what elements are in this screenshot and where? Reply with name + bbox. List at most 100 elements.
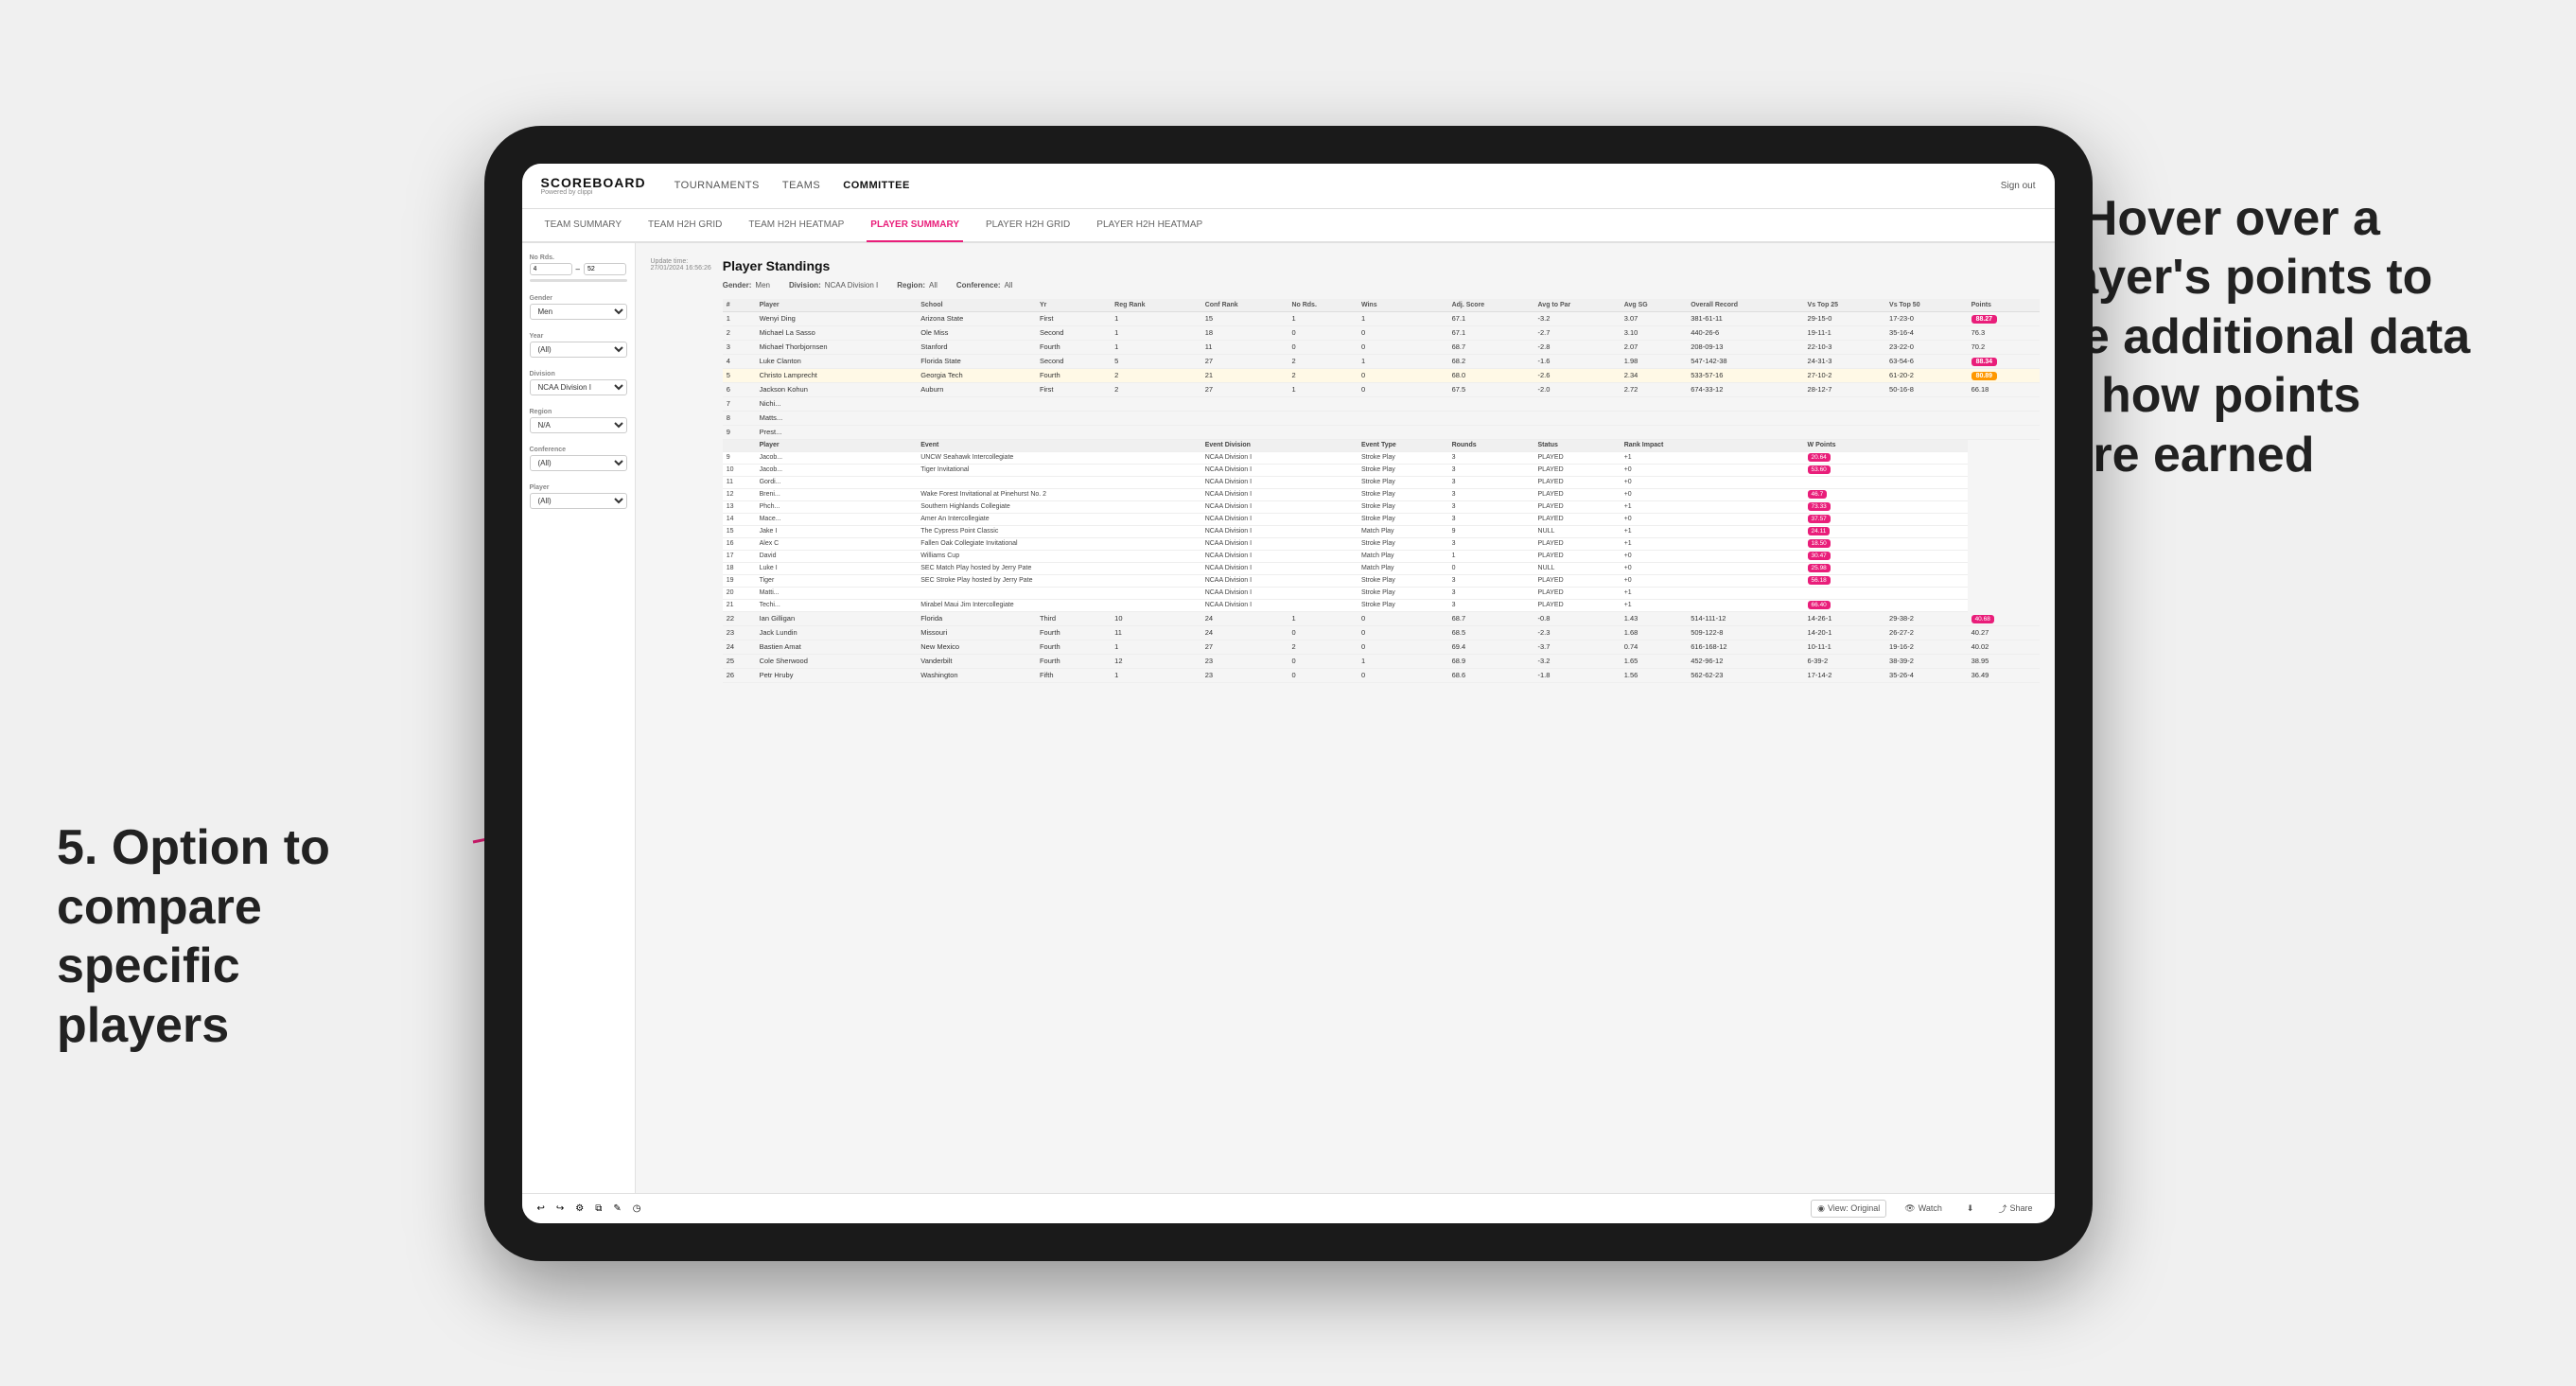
cell-reg-rank: 1 xyxy=(1111,325,1201,340)
table-row: 22 Ian Gilligan Florida Third 10 24 1 0 … xyxy=(723,611,2040,625)
no-rds-min-input[interactable] xyxy=(530,263,572,275)
download-icon: ⬇ xyxy=(1967,1203,1974,1214)
cell-player: Matts... xyxy=(756,411,1968,425)
cell-rank: 6 xyxy=(723,382,756,396)
cell-yr: Second xyxy=(1036,354,1111,368)
event-row: 10 Jacob... Tiger Invitational NCAA Divi… xyxy=(723,464,2040,476)
cell-wins: 0 xyxy=(1358,340,1448,354)
division-select[interactable]: NCAA Division I NCAA Division II xyxy=(530,379,627,395)
cell-adj-score: 68.2 xyxy=(1448,354,1534,368)
event-row: 13 Phch... Southern Highlands Collegiate… xyxy=(723,500,2040,513)
cell-adj-score: 67.1 xyxy=(1448,311,1534,325)
tab-player-h2h-heatmap[interactable]: PLAYER H2H HEATMAP xyxy=(1093,210,1206,242)
cell-wins: 1 xyxy=(1358,354,1448,368)
bottom-toolbar: ↩ ↪ ⚙ ⧉ ✎ ◷ ◉ View: Original 👁 Watch ⬇ ⤴… xyxy=(522,1193,2055,1223)
cell-points[interactable] xyxy=(1968,411,2040,425)
event-th-w-points: W Points xyxy=(1804,439,1968,451)
region-select[interactable]: N/A All xyxy=(530,417,627,433)
cell-points[interactable]: 70.2 xyxy=(1968,340,2040,354)
points-badge-orange[interactable]: 80.89 xyxy=(1971,372,1998,380)
tab-player-h2h-grid[interactable]: PLAYER H2H GRID xyxy=(982,210,1074,242)
player-select[interactable]: (All) xyxy=(530,493,627,509)
annotation-hover-points: 4. Hover over a player's points to see a… xyxy=(2027,189,2481,484)
cell-player: Prest... xyxy=(756,425,1968,439)
player-filter: Player (All) xyxy=(530,484,627,509)
conference-select[interactable]: (All) xyxy=(530,455,627,471)
cell-conf-rank: 18 xyxy=(1201,325,1288,340)
cell-points[interactable]: 66.18 xyxy=(1968,382,2040,396)
table-row: 4 Luke Clanton Florida State Second 5 27… xyxy=(723,354,2040,368)
table-row: 3 Michael Thorbjornsen Stanford Fourth 1… xyxy=(723,340,2040,354)
view-icon: ◉ xyxy=(1817,1203,1825,1214)
settings-icon[interactable]: ⚙ xyxy=(575,1203,584,1214)
event-row: 17 David Williams Cup NCAA Division I Ma… xyxy=(723,550,2040,562)
nav-teams[interactable]: TEAMS xyxy=(782,180,820,191)
cell-school: Stanford xyxy=(917,340,1036,354)
clock-icon[interactable]: ◷ xyxy=(633,1203,641,1214)
year-select[interactable]: (All) 2024 2023 xyxy=(530,342,627,358)
cell-vs50: 61-20-2 xyxy=(1885,368,1968,382)
cell-points[interactable]: 88.34 xyxy=(1968,354,2040,368)
content-top: Update time: 27/01/2024 16:56:26 Player … xyxy=(651,258,2040,683)
download-button[interactable]: ⬇ xyxy=(1960,1200,1981,1218)
copy-icon[interactable]: ⧉ xyxy=(595,1203,602,1214)
no-rds-max-input[interactable] xyxy=(584,263,626,275)
th-vs50: Vs Top 50 xyxy=(1885,299,1968,312)
redo-icon[interactable]: ↪ xyxy=(556,1203,564,1214)
no-rds-label: No Rds. xyxy=(530,254,627,261)
cell-vs50: 50-16-8 xyxy=(1885,382,1968,396)
gender-label: Gender xyxy=(530,295,627,302)
event-row: 15 Jake I The Cypress Point Classic NCAA… xyxy=(723,525,2040,537)
points-badge[interactable]: 88.34 xyxy=(1971,358,1998,366)
no-rds-slider[interactable] xyxy=(530,279,627,282)
cell-points[interactable] xyxy=(1968,396,2040,411)
cell-no-rds: 1 xyxy=(1288,382,1358,396)
cell-points[interactable]: 76.3 xyxy=(1968,325,2040,340)
cell-wins: 1 xyxy=(1358,311,1448,325)
cell-to-par: -2.6 xyxy=(1534,368,1621,382)
conference-filter-value: All xyxy=(1005,281,1013,289)
cell-player: Michael Thorbjornsen xyxy=(756,340,918,354)
cell-no-rds: 2 xyxy=(1288,368,1358,382)
cell-adj-score: 67.5 xyxy=(1448,382,1534,396)
event-rounds: 3 xyxy=(1448,451,1534,464)
cell-school: Auburn xyxy=(917,382,1036,396)
cell-conf-rank: 11 xyxy=(1201,340,1288,354)
event-w-points[interactable]: 20.64 xyxy=(1804,451,1968,464)
tab-team-summary[interactable]: TEAM SUMMARY xyxy=(541,210,626,242)
cell-points[interactable]: 80.89 xyxy=(1968,368,2040,382)
table-row: 7 Nichi... xyxy=(723,396,2040,411)
cell-points[interactable] xyxy=(1968,425,2040,439)
nav-tournaments[interactable]: TOURNAMENTS xyxy=(675,180,760,191)
event-rank-impact: +1 xyxy=(1621,451,1804,464)
cell-avg-sg: 2.34 xyxy=(1621,368,1687,382)
points-badge[interactable]: 88.27 xyxy=(1971,315,1998,324)
logo-sub: Powered by clippi xyxy=(541,189,646,196)
year-filter: Year (All) 2024 2023 xyxy=(530,333,627,358)
share-button[interactable]: ⤴ Share xyxy=(1991,1199,2039,1219)
cell-points[interactable]: 88.27 xyxy=(1968,311,2040,325)
sign-out-link[interactable]: Sign out xyxy=(2001,181,2036,191)
gender-select[interactable]: Men Women All xyxy=(530,304,627,320)
undo-icon[interactable]: ↩ xyxy=(537,1203,545,1214)
section-title: Player Standings xyxy=(723,258,2040,273)
nav-committee[interactable]: COMMITTEE xyxy=(843,180,910,191)
watch-button[interactable]: 👁 Watch xyxy=(1898,1200,1949,1218)
th-vs25: Vs Top 25 xyxy=(1804,299,1886,312)
tab-team-h2h-heatmap[interactable]: TEAM H2H HEATMAP xyxy=(745,210,848,242)
cell-avg-sg: 2.07 xyxy=(1621,340,1687,354)
event-th-player: Player xyxy=(756,439,918,451)
table-row: 24 Bastien Amat New Mexico Fourth 1 27 2… xyxy=(723,640,2040,654)
event-type: Stroke Play xyxy=(1358,451,1448,464)
cell-rank: 1 xyxy=(723,311,756,325)
conference-label: Conference xyxy=(530,447,627,453)
view-original-button[interactable]: ◉ View: Original xyxy=(1811,1200,1886,1218)
edit-icon[interactable]: ✎ xyxy=(613,1203,621,1214)
cell-no-rds: 0 xyxy=(1288,340,1358,354)
cell-vs50: 23-22-0 xyxy=(1885,340,1968,354)
cell-to-par: -2.7 xyxy=(1534,325,1621,340)
tab-player-summary[interactable]: PLAYER SUMMARY xyxy=(867,210,963,242)
tab-team-h2h-grid[interactable]: TEAM H2H GRID xyxy=(644,210,726,242)
cell-to-par: -1.6 xyxy=(1534,354,1621,368)
cell-conf-rank: 21 xyxy=(1201,368,1288,382)
